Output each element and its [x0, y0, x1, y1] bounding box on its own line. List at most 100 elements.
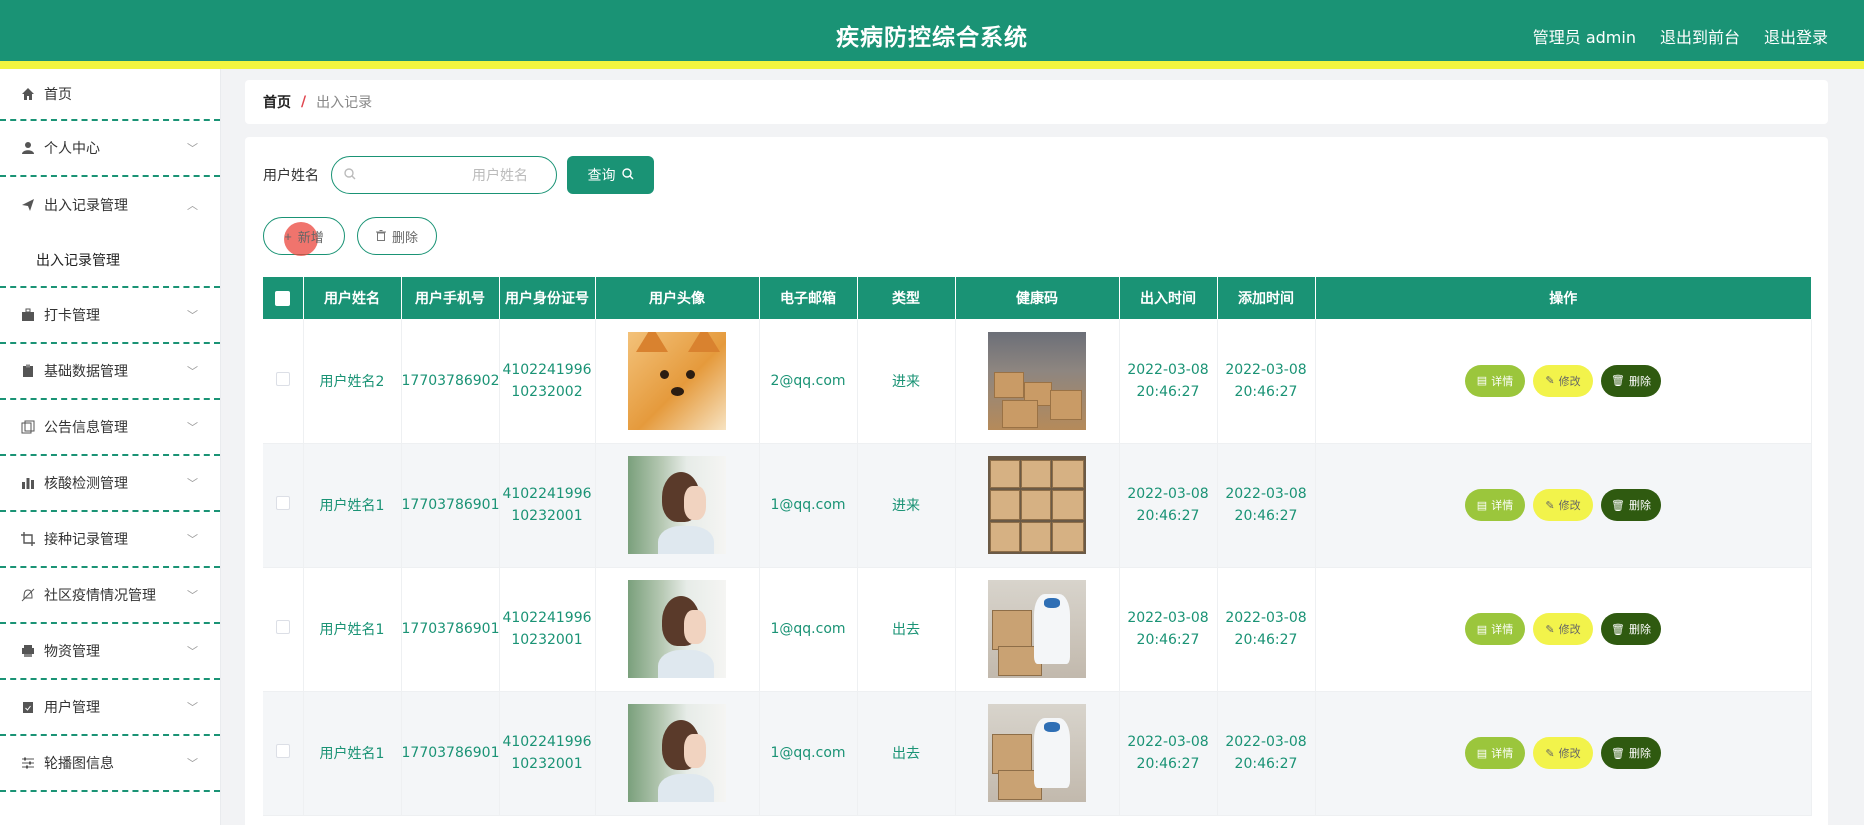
sidebar: 首页 个人中心 ﹀ 出入记录管理 ︿ 出入记录管理 打卡管理 ﹀ 基础数据管理 … [0, 69, 221, 825]
detail-button[interactable]: ▤ 详情 [1465, 613, 1525, 645]
sidebar-item-checkin[interactable]: 打卡管理 ﹀ [0, 288, 220, 344]
sliders-icon [20, 755, 36, 771]
batch-delete-label: 删除 [391, 229, 418, 245]
chevron-down-icon: ﹀ [187, 142, 198, 155]
chevron-down-icon: ﹀ [187, 309, 198, 322]
cell-type: 出去 [857, 691, 956, 816]
table-row: 用户姓名1 17703786901 410224199610232001 1@q… [263, 567, 1812, 692]
edit-icon: ✎ [1545, 623, 1555, 636]
cell-in-out-time: 2022-03-08 20:46:27 [1127, 734, 1209, 772]
row-checkbox[interactable] [275, 744, 290, 758]
avatar-image[interactable] [628, 331, 726, 430]
bar-chart-icon [20, 475, 36, 491]
sidebar-item-vaccination[interactable]: 接种记录管理 ﹀ [0, 512, 220, 568]
edit-button[interactable]: ✎ 修改 [1533, 489, 1593, 521]
row-checkbox[interactable] [275, 371, 290, 386]
edit-icon: ✎ [1545, 375, 1555, 388]
delete-button[interactable]: 🗑 删除 [1601, 613, 1661, 645]
sidebar-item-announcements[interactable]: 公告信息管理 ﹀ [0, 400, 220, 456]
column-header: 用户手机号 [401, 277, 500, 319]
cell-name: 用户姓名1 [303, 443, 402, 568]
sidebar-item-home[interactable]: 首页 [0, 69, 220, 121]
edit-button[interactable]: ✎ 修改 [1533, 364, 1593, 397]
cell-in-out-time: 2022-03-08 20:46:27 [1127, 610, 1209, 648]
health-code-image[interactable] [988, 704, 1086, 802]
delete-button[interactable]: 🗑 删除 [1601, 489, 1661, 521]
edit-button[interactable]: ✎ 修改 [1533, 613, 1593, 645]
cell-phone: 17703786901 [401, 443, 500, 568]
logout-link[interactable]: 退出登录 [1764, 24, 1828, 48]
sidebar-item-label: 社区疫情情况管理 [44, 588, 156, 604]
edit-button[interactable]: ✎ 修改 [1533, 737, 1593, 769]
sidebar-item-label: 核酸检测管理 [44, 476, 128, 492]
clipboard-icon [20, 363, 36, 379]
health-code-image[interactable] [988, 580, 1086, 678]
health-code-image[interactable] [988, 331, 1086, 430]
batch-delete-button[interactable]: 删除 [357, 217, 437, 255]
column-header: 用户身份证号 [499, 277, 596, 319]
cell-type: 进来 [857, 443, 956, 568]
search-row: 用户姓名 查询 [263, 156, 654, 194]
column-header: 类型 [857, 277, 956, 319]
action-row: + 新增 删除 [263, 217, 437, 256]
avatar-image[interactable] [628, 456, 726, 554]
sidebar-item-label: 出入记录管理 [44, 198, 128, 214]
search-icon [344, 168, 356, 183]
exit-to-front-link[interactable]: 退出到前台 [1660, 24, 1740, 48]
chevron-down-icon: ﹀ [187, 645, 198, 658]
delete-button[interactable]: 🗑 删除 [1601, 364, 1661, 397]
table-row: 用户姓名1 17703786901 410224199610232001 1@q… [263, 443, 1812, 568]
health-code-image[interactable] [988, 456, 1086, 554]
top-header: 疾病防控综合系统 管理员 admin 退出到前台 退出登录 [0, 0, 1864, 69]
cell-email: 2@qq.com [759, 319, 858, 444]
column-header: 用户头像 [595, 277, 760, 319]
sidebar-item-label: 个人中心 [44, 141, 100, 157]
column-header: 电子邮箱 [759, 277, 858, 319]
sidebar-item-basic-data[interactable]: 基础数据管理 ﹀ [0, 344, 220, 400]
avatar-image[interactable] [628, 704, 726, 802]
detail-button[interactable]: ▤ 详情 [1465, 364, 1525, 397]
chevron-up-icon: ︿ [187, 199, 198, 212]
chevron-down-icon: ﹀ [187, 533, 198, 546]
detail-label: 详情 [1491, 375, 1514, 388]
row-checkbox[interactable] [275, 620, 290, 634]
chevron-down-icon: ﹀ [187, 757, 198, 770]
admin-label: 管理员 admin [1532, 28, 1636, 47]
breadcrumb-home[interactable]: 首页 [263, 92, 291, 112]
detail-button[interactable]: ▤ 详情 [1465, 489, 1525, 521]
sidebar-item-nucleic-test[interactable]: 核酸检测管理 ﹀ [0, 456, 220, 512]
cell-email: 1@qq.com [759, 691, 858, 816]
cell-name: 用户姓名2 [303, 319, 402, 444]
row-checkbox[interactable] [275, 496, 290, 510]
query-button[interactable]: 查询 [567, 156, 654, 194]
trash-icon: 🗑 [1611, 747, 1625, 760]
cell-phone: 17703786902 [401, 319, 500, 444]
copy-icon [20, 419, 36, 435]
chevron-down-icon: ﹀ [187, 421, 198, 434]
cell-name: 用户姓名1 [303, 691, 402, 816]
sidebar-item-label: 公告信息管理 [44, 420, 128, 436]
sidebar-item-community-epidemic[interactable]: 社区疫情情况管理 ﹀ [0, 568, 220, 624]
add-button[interactable]: + 新增 [263, 217, 345, 256]
edit-icon: ✎ [1545, 499, 1555, 512]
search-input[interactable] [332, 157, 556, 193]
delete-label: 删除 [1628, 500, 1651, 512]
delete-button[interactable]: 🗑 删除 [1601, 737, 1661, 769]
records-table: 用户姓名 用户手机号 用户身份证号 用户头像 电子邮箱 类型 健康码 出入时间 … [263, 277, 1812, 816]
sidebar-item-access-records[interactable]: 出入记录管理 ︿ [0, 177, 220, 233]
delete-label: 删除 [1628, 624, 1651, 636]
avatar-image[interactable] [628, 580, 726, 678]
select-all-checkbox[interactable] [263, 277, 304, 319]
chevron-down-icon: ﹀ [187, 701, 198, 714]
clipboard-check-icon [20, 699, 36, 715]
printer-icon [20, 643, 36, 659]
sidebar-item-users[interactable]: 用户管理 ﹀ [0, 680, 220, 736]
detail-button[interactable]: ▤ 详情 [1465, 737, 1525, 769]
sidebar-item-label: 基础数据管理 [44, 364, 128, 380]
sidebar-item-personal-center[interactable]: 个人中心 ﹀ [0, 121, 220, 177]
sidebar-item-label: 用户管理 [44, 700, 100, 716]
sidebar-item-carousel[interactable]: 轮播图信息 ﹀ [0, 736, 220, 792]
briefcase-icon [20, 307, 36, 323]
submenu-item-access-records[interactable]: 出入记录管理 [0, 233, 220, 288]
sidebar-item-materials[interactable]: 物资管理 ﹀ [0, 624, 220, 680]
